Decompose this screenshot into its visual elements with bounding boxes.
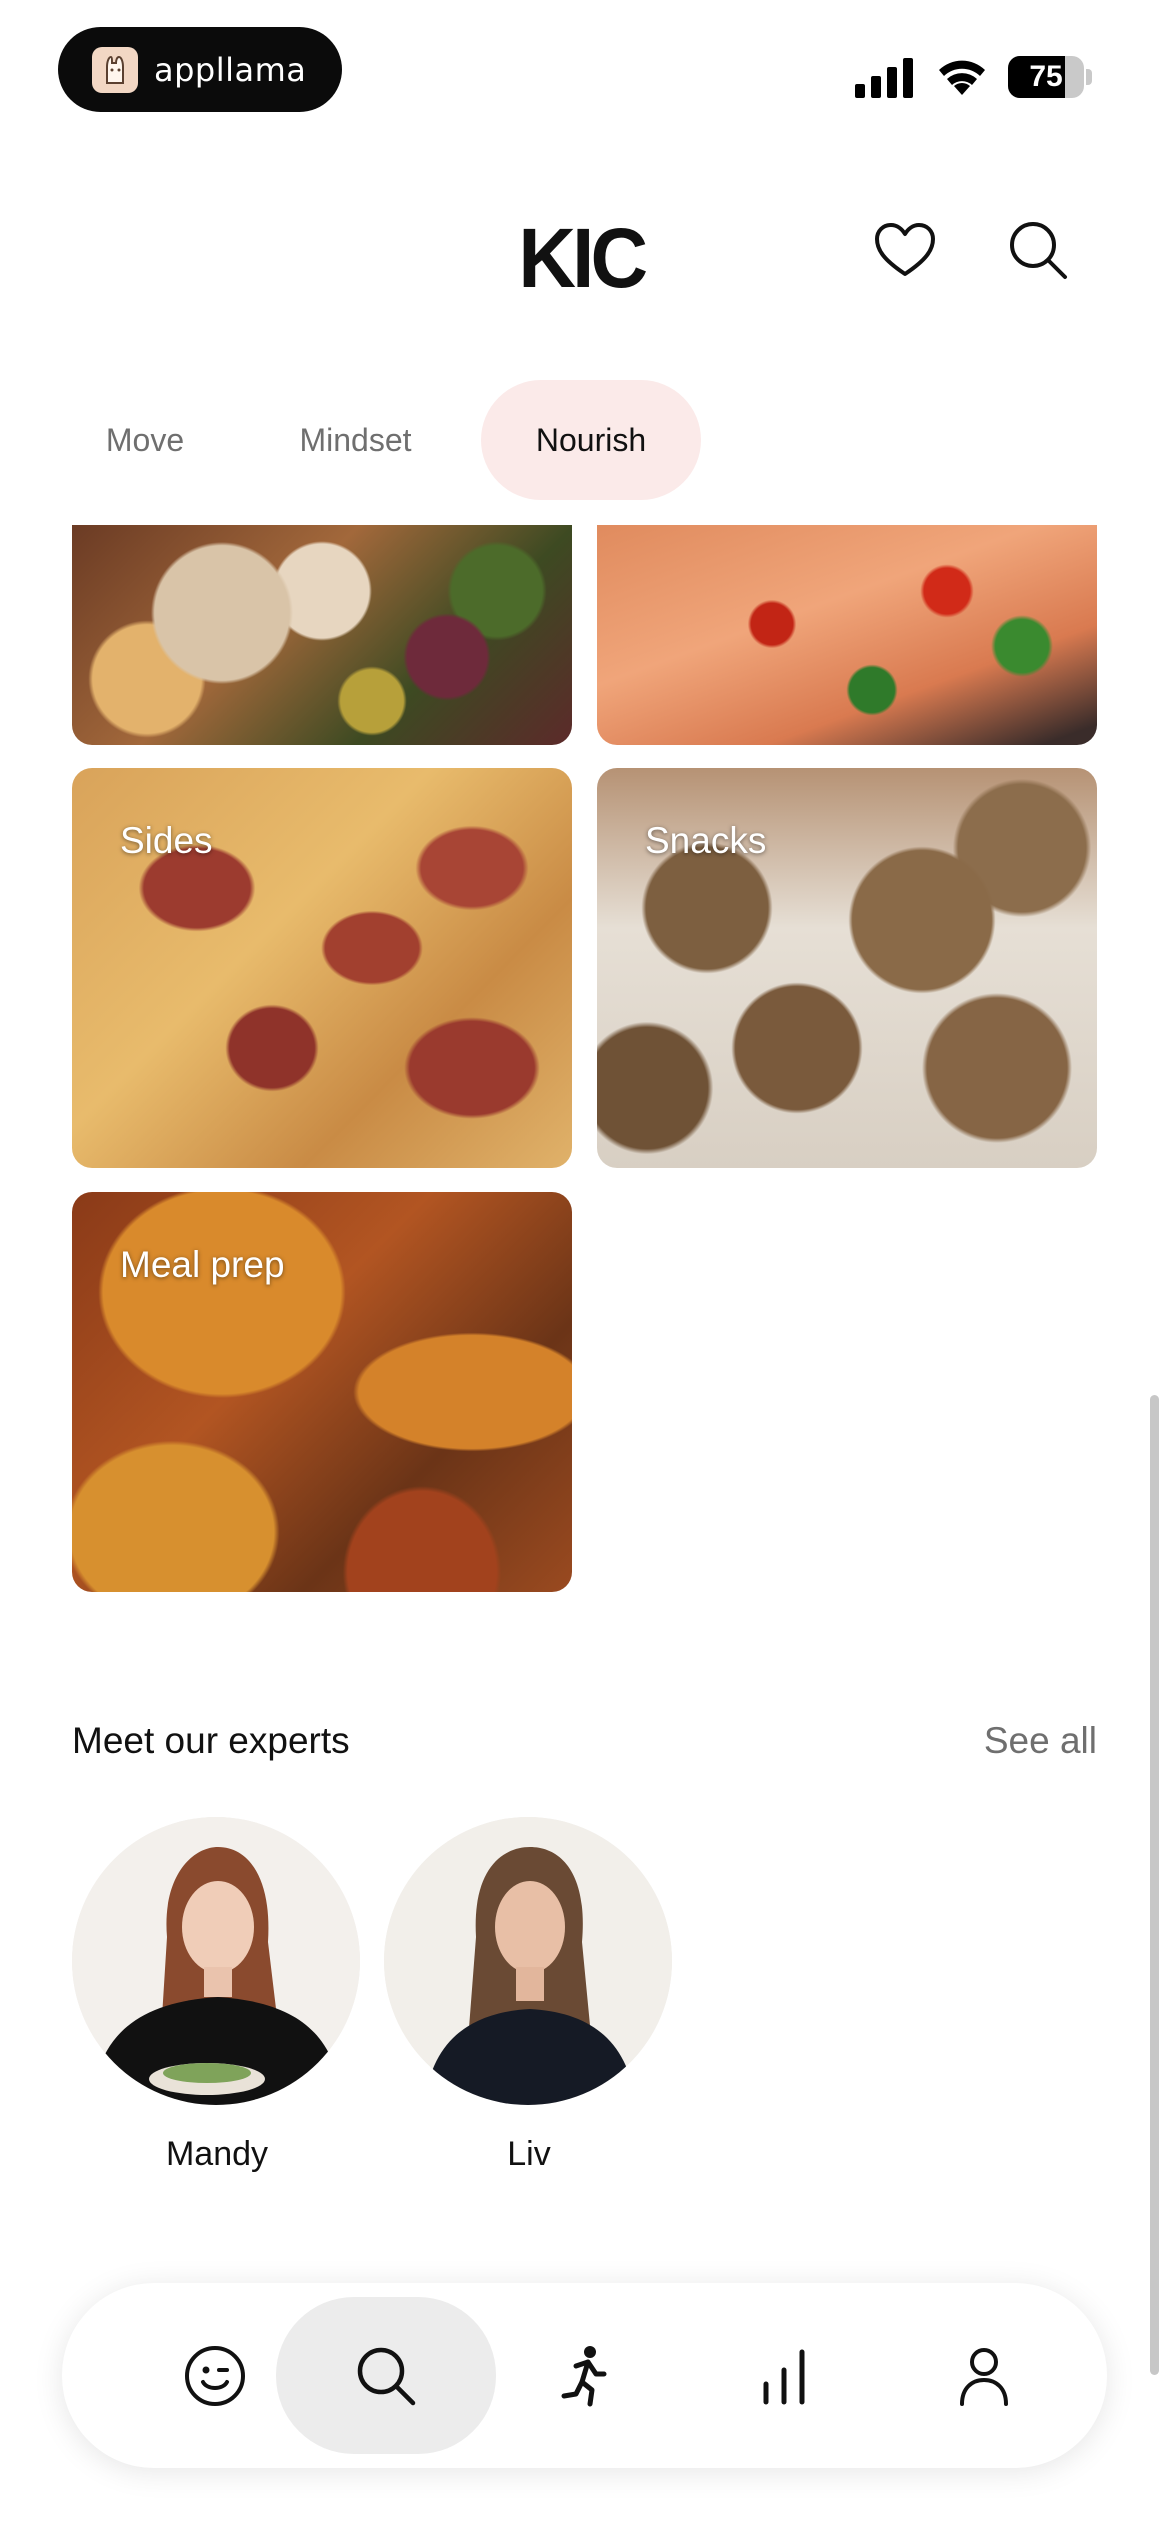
- nourish-content: Sides Snacks Meal prep Meet our experts …: [0, 525, 1170, 2525]
- status-bar: appllama 75: [0, 0, 1170, 140]
- food-image: [72, 525, 572, 745]
- expert-card-liv[interactable]: Liv: [384, 1817, 674, 2174]
- nav-workouts[interactable]: [474, 2297, 694, 2454]
- expert-card-mandy[interactable]: Mandy: [72, 1817, 362, 2174]
- running-person-icon: [561, 2345, 607, 2406]
- category-card-meal-prep[interactable]: Meal prep: [72, 1192, 572, 1592]
- brand-logo: KIC: [518, 211, 648, 305]
- signal-icon: [855, 58, 915, 98]
- tab-move[interactable]: Move: [60, 380, 230, 500]
- app-indicator-pill[interactable]: appllama: [58, 27, 342, 112]
- avatar: [384, 1817, 672, 2105]
- app-header: KIC: [0, 190, 1170, 310]
- category-tabs: Move Mindset Nourish: [60, 380, 701, 500]
- nav-search[interactable]: [276, 2297, 496, 2454]
- tab-nourish[interactable]: Nourish: [481, 380, 701, 500]
- favorites-button[interactable]: [870, 215, 940, 285]
- profile-icon: [960, 2347, 1008, 2406]
- category-card-snacks[interactable]: Snacks: [597, 768, 1097, 1168]
- category-card-sides[interactable]: Sides: [72, 768, 572, 1168]
- nav-progress[interactable]: [674, 2297, 894, 2454]
- category-card-title: Meal prep: [120, 1244, 285, 1285]
- battery-percent: 75: [1029, 60, 1063, 93]
- search-button[interactable]: [1003, 215, 1073, 285]
- expert-name: Liv: [507, 2135, 551, 2173]
- see-all-link[interactable]: See all: [984, 1720, 1097, 1762]
- scrollbar[interactable]: [1150, 1395, 1159, 2375]
- heart-icon: [875, 223, 935, 276]
- app-label: appllama: [154, 50, 307, 89]
- search-icon: [1010, 222, 1067, 279]
- bar-chart-icon: [763, 2349, 805, 2404]
- expert-name: Mandy: [165, 2135, 269, 2173]
- experts-section-header: Meet our experts See all: [72, 1720, 1097, 1770]
- tab-mindset[interactable]: Mindset: [248, 380, 463, 500]
- category-card-fish[interactable]: [597, 525, 1097, 745]
- nav-profile[interactable]: [874, 2297, 1094, 2454]
- category-card-title: Snacks: [645, 820, 767, 861]
- llama-logo-icon: [92, 46, 138, 93]
- section-title: Meet our experts: [72, 1720, 350, 1761]
- battery-icon: 75: [1008, 56, 1092, 98]
- smiley-icon: [185, 2345, 245, 2406]
- avatar: [72, 1817, 360, 2105]
- category-card-chicken[interactable]: [72, 525, 572, 745]
- category-card-title: Sides: [120, 820, 213, 861]
- wifi-icon: [935, 55, 989, 97]
- food-image: [597, 525, 1097, 745]
- search-icon: [357, 2347, 416, 2405]
- bottom-navigation: [62, 2283, 1107, 2468]
